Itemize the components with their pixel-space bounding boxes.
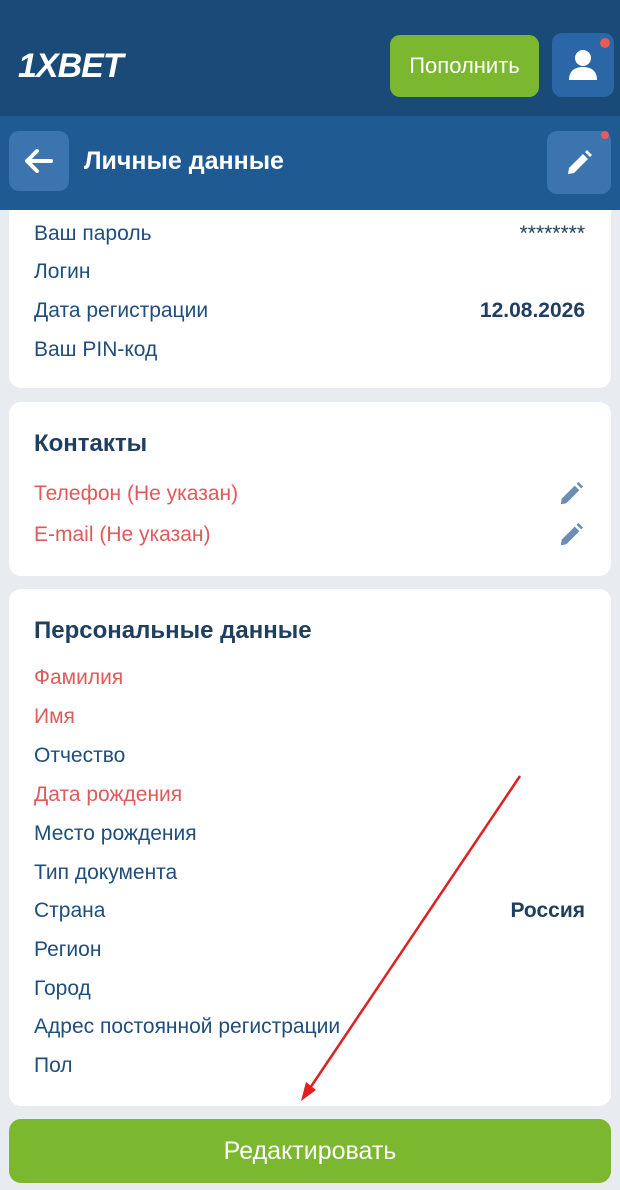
arrow-left-icon xyxy=(25,149,53,173)
surname-row: Фамилия xyxy=(34,662,585,694)
birth-date-row: Дата рождения xyxy=(34,779,585,811)
patronymic-label: Отчество xyxy=(34,744,126,767)
phone-row[interactable]: Телефон (Не указан) xyxy=(34,478,585,510)
city-row: Город xyxy=(34,973,585,1005)
address-label: Адрес постоянной регистрации xyxy=(34,1015,341,1038)
email-label: E-mail (Не указан) xyxy=(34,523,211,546)
password-value: ******** xyxy=(519,222,585,245)
document-type-label: Тип документа xyxy=(34,861,178,884)
logo-number: 1X xyxy=(18,47,59,85)
name-label: Имя xyxy=(34,705,75,728)
page-title: Личные данные xyxy=(84,147,284,175)
registration-date-row: Дата регистрации 12.08.2026 xyxy=(34,295,585,327)
registration-date-value: 12.08.2026 xyxy=(479,299,585,322)
profile-notification-dot xyxy=(600,38,610,48)
edit-notification-dot xyxy=(601,131,609,139)
surname-label: Фамилия xyxy=(34,666,124,689)
pencil-icon xyxy=(568,149,592,174)
logo-text: BET xyxy=(57,47,124,85)
back-button[interactable] xyxy=(9,131,69,191)
password-row: Ваш пароль ******** xyxy=(34,218,585,250)
email-row[interactable]: E-mail (Не указан) xyxy=(34,519,585,551)
pin-row: Ваш PIN-код xyxy=(34,334,585,366)
city-label: Город xyxy=(34,977,91,1000)
personal-data-card: Персональные данные Фамилия Имя Отчество… xyxy=(9,589,611,1106)
login-label: Логин xyxy=(34,260,91,283)
birth-place-row: Место рождения xyxy=(34,818,585,850)
phone-label: Телефон (Не указан) xyxy=(34,482,239,505)
country-label: Страна xyxy=(34,899,106,922)
contacts-card: Контакты Телефон (Не указан) E-mail (Не … xyxy=(9,402,611,576)
registration-date-label: Дата регистрации xyxy=(34,299,209,322)
document-type-row: Тип документа xyxy=(34,857,585,889)
login-row: Логин xyxy=(34,256,585,288)
password-label: Ваш пароль xyxy=(34,222,152,245)
gender-label: Пол xyxy=(34,1054,73,1077)
name-row: Имя xyxy=(34,701,585,733)
address-row: Адрес постоянной регистрации xyxy=(34,1011,585,1043)
pin-label: Ваш PIN-код xyxy=(34,338,158,361)
personal-data-title: Персональные данные xyxy=(34,617,312,644)
edit-profile-button[interactable] xyxy=(547,131,611,194)
user-icon xyxy=(569,50,597,80)
edit-button[interactable]: Редактировать xyxy=(9,1119,611,1183)
contacts-title: Контакты xyxy=(34,430,148,457)
country-row: Страна Россия xyxy=(34,895,585,927)
country-value: Россия xyxy=(510,899,585,922)
birth-place-label: Место рождения xyxy=(34,822,197,845)
pencil-icon[interactable] xyxy=(557,521,585,549)
patronymic-row: Отчество xyxy=(34,740,585,772)
gender-row: Пол xyxy=(34,1050,585,1082)
region-label: Регион xyxy=(34,938,102,961)
deposit-button[interactable]: Пополнить xyxy=(390,35,539,97)
brand-logo[interactable]: 1XBET xyxy=(18,46,124,86)
birth-date-label: Дата рождения xyxy=(34,783,183,806)
pencil-icon[interactable] xyxy=(557,480,585,508)
region-row: Регион xyxy=(34,934,585,966)
account-card: Ваш пароль ******** Логин Дата регистрац… xyxy=(9,210,611,388)
